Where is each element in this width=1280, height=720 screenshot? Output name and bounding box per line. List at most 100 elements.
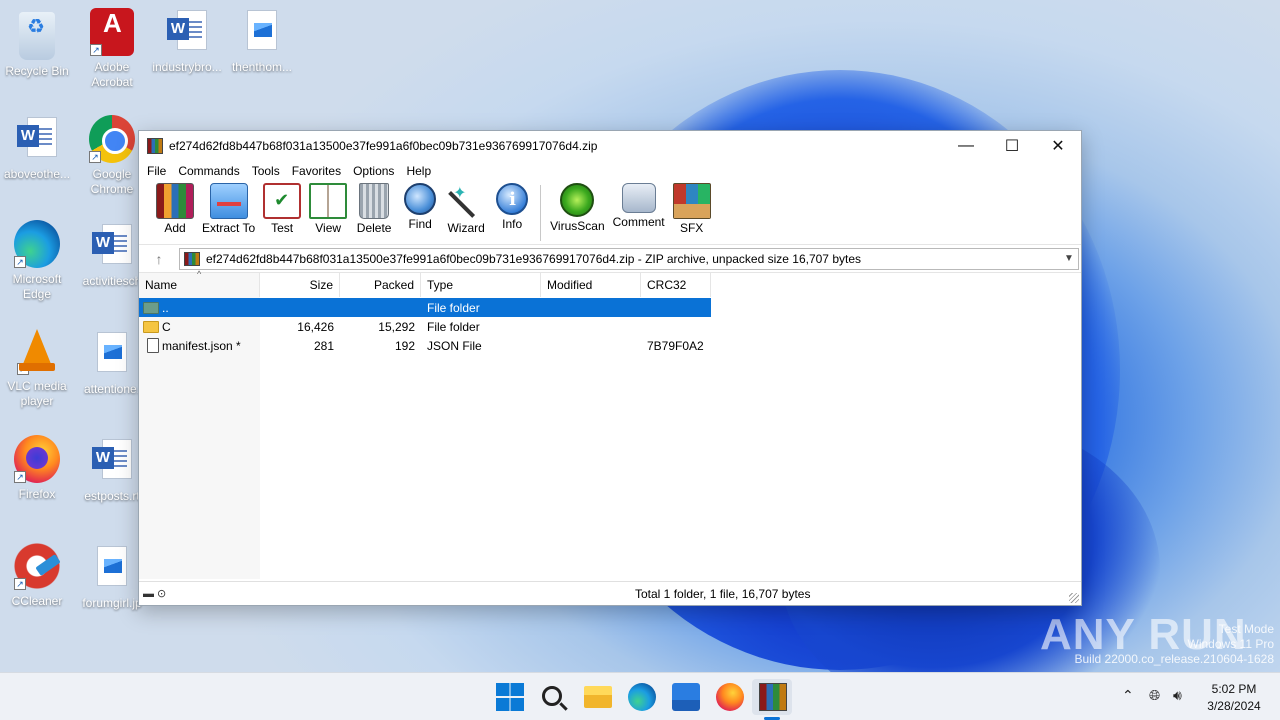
find-button[interactable]: Find — [398, 183, 442, 231]
menu-favorites[interactable]: Favorites — [286, 164, 347, 178]
row-crc — [641, 298, 711, 317]
path-combobox[interactable]: ef274d62fd8b447b68f031a13500e37fe991a6f0… — [179, 247, 1079, 270]
menu-bar: File Commands Tools Favorites Options He… — [139, 161, 1081, 181]
row-crc: 7B79F0A2 — [647, 338, 704, 353]
edge-icon: ↗ — [14, 220, 60, 268]
wizard-label: Wizard — [447, 221, 485, 235]
find-label: Find — [408, 217, 432, 231]
chevron-down-icon[interactable]: ▼ — [1060, 253, 1078, 264]
folder-icon — [143, 320, 159, 333]
file-list[interactable]: ^ Name Size Packed Type Modified CRC32 .… — [139, 269, 1081, 579]
up-arrow-icon[interactable]: ↑ — [139, 251, 179, 267]
menu-file[interactable]: File — [141, 164, 172, 178]
desktop-icon-industrybro[interactable]: W industrybro... — [150, 8, 224, 75]
desktop-icon-label: VLC media player — [7, 379, 67, 408]
desktop-icon-firefox[interactable]: ↗ Firefox — [0, 435, 74, 502]
desktop-icon-ccleaner[interactable]: ↗ CCleaner — [0, 542, 74, 609]
wizard-button[interactable]: Wizard — [444, 183, 488, 235]
view-button[interactable]: View — [306, 183, 350, 235]
archive-icon — [184, 251, 200, 266]
toolbar-separator — [540, 185, 542, 241]
firefox-taskbar-icon[interactable] — [716, 683, 744, 711]
row-name-text: .. — [162, 300, 169, 315]
row-size: 281 — [313, 338, 334, 353]
desktop-icon-aboveothe[interactable]: W aboveothe... — [0, 115, 74, 182]
desktop-icon-label: industrybro... — [152, 60, 222, 74]
column-type[interactable]: Type — [421, 273, 541, 297]
network-globe-icon[interactable]: 🌐︎ — [1149, 687, 1160, 704]
edge-taskbar-icon[interactable] — [628, 683, 656, 711]
winrar-app-icon[interactable] — [147, 138, 163, 154]
delete-button[interactable]: Delete — [352, 183, 396, 235]
build-line: Build 22000.co_release.210604-1628 — [1074, 652, 1275, 666]
test-button[interactable]: Test — [260, 183, 304, 235]
column-size[interactable]: Size — [260, 273, 340, 297]
desktop-icon-microsoft-edge[interactable]: ↗ Microsoft Edge — [0, 220, 74, 302]
test-mode-line: Test Mode — [1218, 622, 1274, 636]
start-button-windows-icon[interactable] — [496, 683, 524, 711]
table-row[interactable]: manifest.json * 281 192 JSON File 7B79F0… — [139, 336, 711, 355]
table-row[interactable]: C 16,426 15,292 File folder — [139, 317, 711, 336]
title-bar[interactable]: ef274d62fd8b447b68f031a13500e37fe991a6f0… — [139, 131, 1081, 161]
drive-key-icon[interactable]: ▬ ⊙ — [139, 587, 179, 600]
resize-grip-icon[interactable] — [1069, 593, 1079, 603]
row-name-text: manifest.json * — [162, 338, 241, 353]
winrar-taskbar-icon[interactable] — [759, 683, 787, 711]
search-icon[interactable] — [542, 686, 562, 706]
sfx-box-icon — [672, 183, 711, 219]
extract-to-button[interactable]: Extract To — [199, 183, 258, 235]
status-text: Total 1 folder, 1 file, 16,707 bytes — [635, 586, 811, 601]
word-document-icon: W — [17, 115, 57, 163]
column-header: ^ Name Size Packed Type Modified CRC32 — [139, 269, 711, 297]
desktop-icon-thenthom[interactable]: thenthom... — [225, 8, 299, 75]
desktop-icon-adobe-acrobat[interactable]: ↗ Adobe Acrobat — [75, 8, 149, 90]
clock-time: 5:02 PM — [1211, 682, 1257, 696]
close-button[interactable]: ✕ — [1035, 131, 1081, 161]
column-crc32[interactable]: CRC32 — [641, 273, 711, 297]
add-archive-icon — [156, 183, 194, 219]
desktop-icon-label: CCleaner — [11, 594, 63, 608]
info-button[interactable]: Info — [490, 183, 534, 231]
menu-help[interactable]: Help — [400, 164, 437, 178]
comment-button[interactable]: Comment — [610, 183, 668, 229]
window-title: ef274d62fd8b447b68f031a13500e37fe991a6f0… — [169, 139, 598, 153]
column-packed[interactable]: Packed — [340, 273, 421, 297]
info-label: Info — [502, 217, 523, 231]
magnifier-icon — [404, 183, 437, 215]
volume-icon[interactable]: 🔊︎ — [1173, 687, 1182, 704]
desktop-icon-label: Recycle Bin — [5, 64, 69, 78]
bug-icon — [560, 183, 595, 217]
view-label: View — [315, 221, 342, 235]
column-modified[interactable]: Modified — [541, 273, 641, 297]
delete-label: Delete — [356, 221, 392, 235]
menu-tools[interactable]: Tools — [246, 164, 286, 178]
menu-commands[interactable]: Commands — [172, 164, 245, 178]
store-icon[interactable] — [672, 683, 700, 711]
firefox-icon: ↗ — [14, 435, 60, 483]
chevron-up-icon[interactable]: ⌃ — [1122, 687, 1134, 704]
virusscan-button[interactable]: VirusScan — [547, 183, 607, 233]
test-clipboard-icon — [263, 183, 302, 219]
menu-options[interactable]: Options — [347, 164, 400, 178]
extract-folder-icon — [209, 183, 248, 219]
minimize-button[interactable]: — — [943, 131, 989, 161]
parent-folder-icon — [143, 301, 159, 314]
status-bar: ▬ ⊙ Total 1 folder, 1 file, 16,707 bytes — [139, 581, 1081, 605]
acrobat-icon: ↗ — [90, 8, 134, 56]
path-text: ef274d62fd8b447b68f031a13500e37fe991a6f0… — [206, 251, 861, 266]
column-name[interactable]: ^ Name — [139, 269, 260, 297]
row-name-text: C — [162, 319, 171, 334]
maximize-button[interactable]: ☐ — [989, 131, 1035, 161]
clock-date: 3/28/2024 — [1207, 699, 1261, 713]
file-explorer-icon[interactable] — [584, 686, 612, 708]
table-row[interactable]: .. File folder — [139, 298, 711, 317]
image-file-icon — [94, 544, 130, 592]
virusscan-label: VirusScan — [550, 219, 605, 233]
add-button[interactable]: Add — [153, 183, 197, 235]
desktop-icon-vlc[interactable]: ↗ VLC media player — [0, 327, 74, 409]
desktop-icon-recycle-bin[interactable]: Recycle Bin — [0, 8, 74, 79]
desktop-icon-label: thenthom... — [231, 60, 293, 74]
row-size: 16,426 — [297, 319, 334, 334]
clock[interactable]: 5:02 PM 3/28/2024 — [1194, 681, 1274, 715]
sfx-button[interactable]: SFX — [670, 183, 714, 235]
